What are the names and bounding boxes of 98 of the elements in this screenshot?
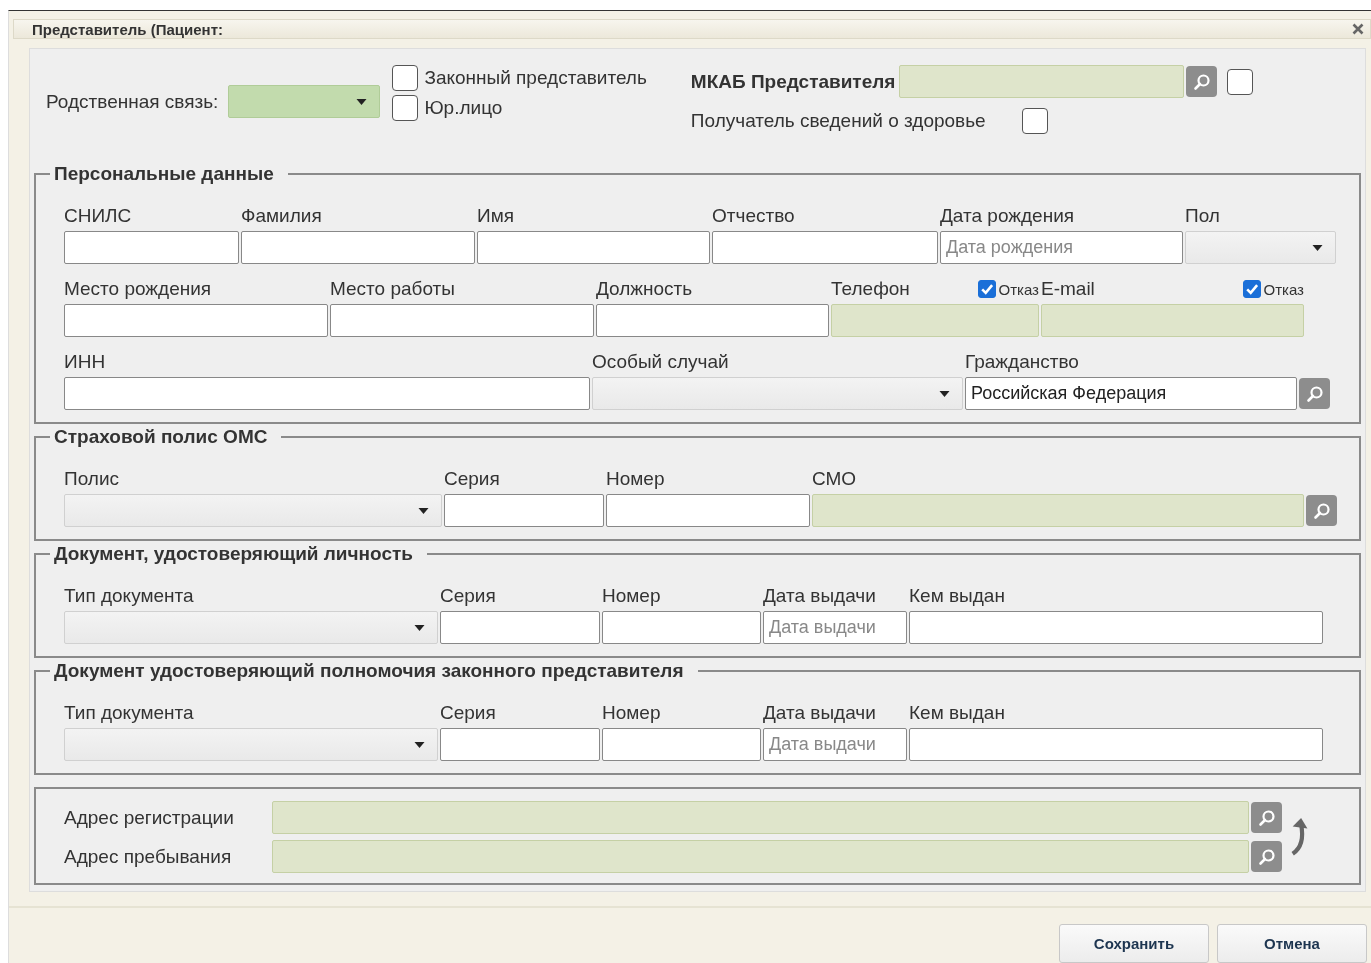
- field-label: Особый случай: [592, 351, 729, 373]
- search-button[interactable]: [1251, 802, 1282, 833]
- field-label: Должность: [596, 278, 693, 300]
- text-field[interactable]: Дата выдачи: [763, 611, 907, 644]
- field-label: МКАБ Представителя: [690, 70, 896, 93]
- field-label: Пол: [1185, 205, 1220, 227]
- text-field[interactable]: [909, 611, 1323, 644]
- field-label: Фамилия: [241, 205, 322, 227]
- checkbox-label: Получатель сведений о здоровье: [690, 110, 986, 132]
- text-field[interactable]: [440, 611, 600, 644]
- text-field[interactable]: [606, 494, 810, 527]
- section-title: Документ, удостоверяющий личность: [50, 543, 427, 565]
- text-field[interactable]: [899, 65, 1185, 98]
- dropdown-field[interactable]: [228, 85, 381, 118]
- text-field[interactable]: Российская Федерация: [965, 377, 1297, 410]
- field-label: Дата выдачи: [763, 702, 876, 724]
- field-label: Кем выдан: [909, 702, 1005, 724]
- caret-icon: [414, 741, 425, 748]
- search-icon: [1191, 71, 1212, 92]
- field-label: Серия: [440, 585, 496, 607]
- section-title: Документ удостоверяющий полномочия законного представителя: [50, 660, 698, 682]
- field-label: СМО: [812, 468, 857, 490]
- text-field[interactable]: [712, 231, 938, 264]
- window-title: Представитель (Пациент:: [32, 20, 223, 38]
- field-label: Родственная связь:: [46, 90, 219, 113]
- field-label: Серия: [440, 702, 496, 724]
- field-label: Дата рождения: [940, 205, 1075, 227]
- field-label: Кем выдан: [909, 585, 1005, 607]
- section-title: Страховой полис ОМС: [50, 426, 282, 448]
- dropdown-field[interactable]: [64, 728, 438, 761]
- checkbox-label: Отказ: [1263, 280, 1304, 298]
- text-field[interactable]: [330, 304, 594, 337]
- field-label: Адрес пребывания: [64, 845, 233, 868]
- search-icon: [1256, 807, 1277, 828]
- checkbox-label: Законный представитель: [424, 67, 647, 89]
- search-button[interactable]: [1306, 495, 1337, 526]
- field-label: Дата выдачи: [763, 585, 876, 607]
- field-label: Отчество: [712, 205, 795, 227]
- text-field[interactable]: [64, 304, 328, 337]
- search-button[interactable]: [1251, 841, 1282, 872]
- text-field[interactable]: [440, 728, 600, 761]
- dropdown-field[interactable]: [64, 494, 442, 527]
- field-label: ИНН: [64, 351, 106, 373]
- text-field[interactable]: [1041, 304, 1304, 337]
- field-label: СНИЛС: [64, 205, 132, 227]
- text-field[interactable]: [909, 728, 1323, 761]
- checkbox[interactable]: [1227, 68, 1254, 95]
- checkbox-label: Отказ: [998, 280, 1039, 298]
- field-label: Номер: [602, 585, 661, 607]
- field-label: Имя: [477, 205, 514, 227]
- text-field[interactable]: Дата выдачи: [763, 728, 907, 761]
- text-field[interactable]: Дата рождения: [940, 231, 1183, 264]
- text-field[interactable]: [272, 840, 1249, 873]
- text-field[interactable]: [602, 728, 761, 761]
- caret-icon: [418, 507, 429, 514]
- search-icon: [1304, 383, 1325, 404]
- caret-icon: [1312, 244, 1323, 251]
- text-field[interactable]: [444, 494, 604, 527]
- text-field[interactable]: [812, 494, 1304, 527]
- field-label: Тип документа: [64, 585, 194, 607]
- search-icon: [1311, 500, 1332, 521]
- checkbox[interactable]: [1021, 108, 1048, 134]
- field-label: Тип документа: [64, 702, 194, 724]
- dropdown-field[interactable]: [592, 377, 963, 410]
- caret-icon: [356, 98, 368, 105]
- checkbox[interactable]: [977, 280, 996, 298]
- dialog-button[interactable]: Отмена: [1217, 924, 1367, 963]
- text-field[interactable]: [602, 611, 761, 644]
- field-label: Адрес регистрации: [64, 806, 235, 829]
- field-label: Номер: [602, 702, 661, 724]
- dialog-button[interactable]: Сохранить: [1059, 924, 1209, 963]
- text-field[interactable]: [477, 231, 710, 264]
- text-field[interactable]: [272, 801, 1249, 834]
- field-label: Гражданство: [965, 351, 1079, 373]
- text-field[interactable]: [831, 304, 1039, 337]
- dropdown-field[interactable]: [1185, 231, 1336, 264]
- checkbox-label: Юр.лицо: [424, 97, 503, 119]
- field-label: E-mail: [1041, 278, 1095, 300]
- field-label: Место работы: [330, 278, 455, 300]
- search-button[interactable]: [1186, 66, 1218, 97]
- dropdown-field[interactable]: [64, 611, 438, 644]
- text-field[interactable]: [241, 231, 475, 264]
- search-icon: [1256, 846, 1277, 867]
- checkbox[interactable]: [392, 95, 419, 121]
- field-label: Телефон: [831, 278, 910, 300]
- caret-icon: [414, 624, 425, 631]
- caret-icon: [939, 390, 950, 397]
- field-label: Номер: [606, 468, 665, 490]
- close-icon[interactable]: [1352, 23, 1364, 35]
- text-field[interactable]: [596, 304, 829, 337]
- text-field[interactable]: [64, 231, 239, 264]
- checkbox[interactable]: [1242, 280, 1261, 298]
- checkbox[interactable]: [392, 65, 419, 91]
- text-field[interactable]: [64, 377, 590, 410]
- field-label: Место рождения: [64, 278, 212, 300]
- search-button[interactable]: [1299, 378, 1330, 409]
- field-label: Полис: [64, 468, 119, 490]
- field-label: Серия: [444, 468, 500, 490]
